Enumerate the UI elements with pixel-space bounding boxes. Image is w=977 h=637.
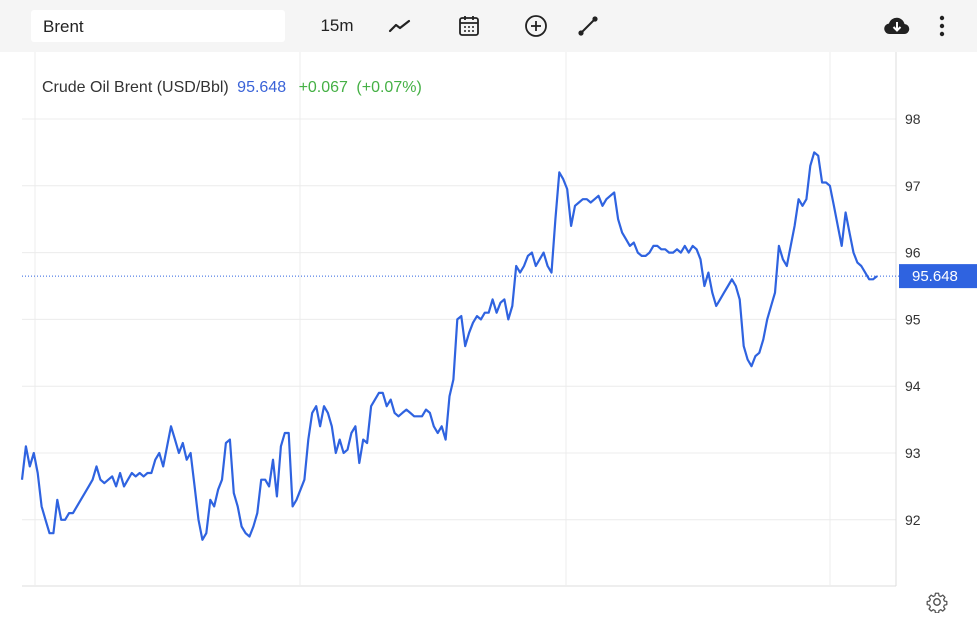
chart-legend: Crude Oil Brent (USD/Bbl) 95.648 +0.067 …	[42, 79, 422, 97]
interval-selector[interactable]: 15m	[312, 10, 362, 42]
y-tick-label: 94	[905, 378, 921, 394]
calendar-icon[interactable]	[453, 10, 485, 42]
last-price: 95.648	[237, 79, 287, 96]
price-chart[interactable]: 98 97 96 95 94 93 92 95.648	[0, 52, 977, 637]
price-line	[20, 151, 878, 541]
cloud-download-icon[interactable]	[880, 10, 914, 42]
chart-toolbar: Brent 15m	[0, 0, 977, 52]
symbol-search-input[interactable]: Brent	[31, 10, 285, 42]
settings-gear-icon[interactable]	[926, 591, 948, 613]
price-change: +0.067	[298, 79, 348, 96]
y-tick-label: 95	[905, 311, 921, 327]
price-change-percent: (+0.07%)	[356, 79, 422, 96]
instrument-name: Crude Oil Brent (USD/Bbl)	[42, 79, 229, 96]
y-tick-label: 98	[905, 111, 921, 127]
more-vertical-icon[interactable]	[930, 10, 954, 42]
y-tick-label: 96	[905, 245, 921, 261]
chart-area[interactable]: 98 97 96 95 94 93 92 95.648	[0, 52, 977, 637]
line-style-icon[interactable]	[383, 10, 417, 42]
y-axis: 98 97 96 95 94 93 92	[905, 111, 921, 528]
last-price-label: 95.648	[912, 268, 958, 285]
draw-line-icon[interactable]	[572, 10, 604, 42]
last-price-tag: 95.648	[899, 264, 977, 289]
y-tick-label: 93	[905, 445, 921, 461]
y-tick-label: 97	[905, 178, 921, 194]
y-tick-label: 92	[905, 512, 921, 528]
add-compare-icon[interactable]	[520, 10, 552, 42]
